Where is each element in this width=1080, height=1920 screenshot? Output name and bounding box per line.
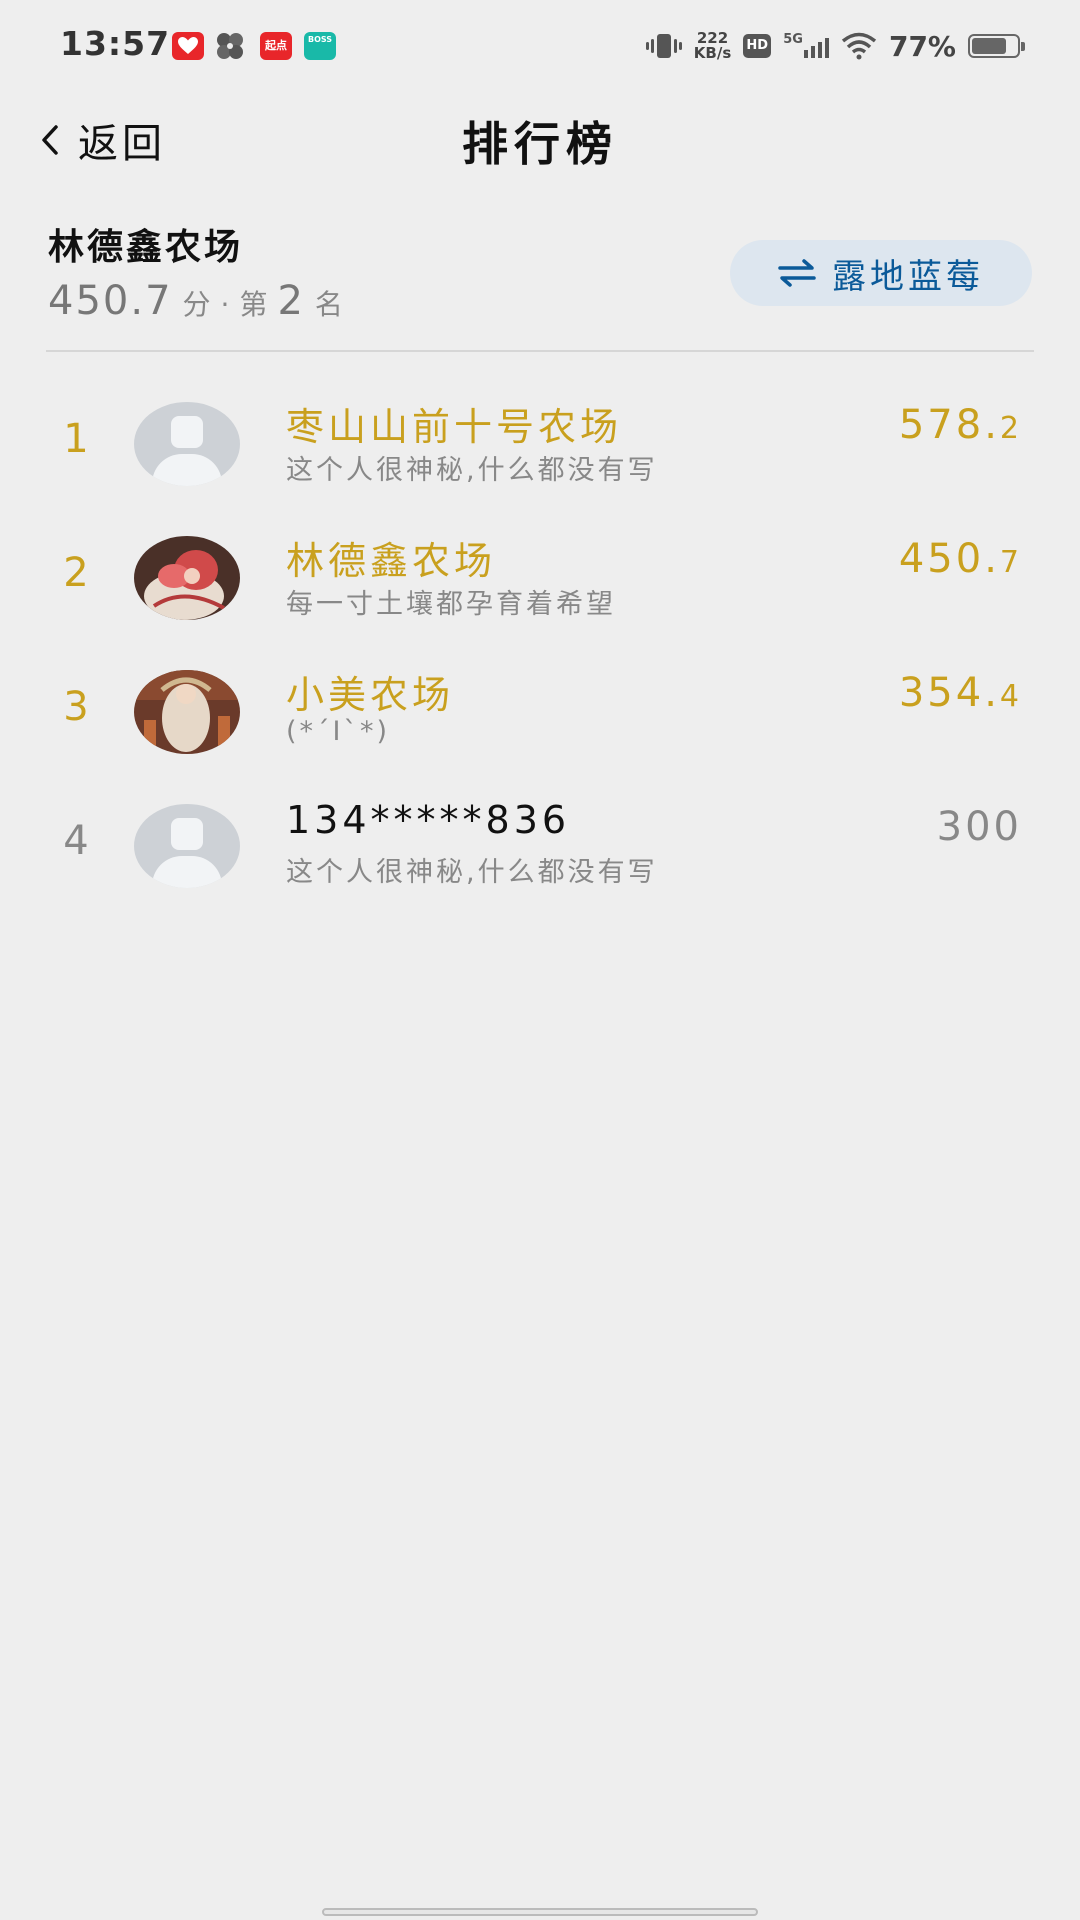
top-nav: 返回 排行榜 [0, 90, 1080, 190]
farm-bio: (*´I`*) [286, 716, 391, 747]
app-qidian-icon: 起点 [260, 32, 292, 60]
rank-number: 1 [63, 416, 89, 462]
net-speed: 222 KB/s [694, 31, 731, 61]
swap-icon [778, 259, 816, 287]
status-right-group: 222 KB/s HD 5G 77% [645, 26, 1025, 66]
ranking-screen: 13:57 起点 BOSS 222 KB/s HD 5G 77% 返回 排行榜 … [0, 0, 1080, 1920]
rank-suffix: 名 [314, 288, 343, 321]
separator-dot: · [220, 288, 230, 321]
avatar-default [134, 402, 240, 486]
score-decimal: 7 [999, 545, 1022, 580]
avatar-photo [134, 536, 240, 620]
status-time: 13:57 [60, 24, 171, 63]
net-speed-unit: KB/s [693, 44, 732, 62]
farm-name: 134*****836 [286, 798, 571, 842]
farm-score: 450.7 [899, 536, 1022, 582]
ranking-row[interactable]: 3 小美农场 (*´I`*) 354.4 [0, 644, 1080, 778]
home-indicator[interactable] [322, 1908, 758, 1916]
switch-crop-button[interactable]: 露地蓝莓 [730, 240, 1032, 306]
score-int: 578. [898, 402, 1000, 448]
app-pinwheel-icon [214, 32, 246, 60]
signal-label: 5G [783, 32, 803, 47]
rank-number: 2 [63, 550, 89, 596]
battery-fill [972, 38, 1006, 54]
farm-bio: 这个人很神秘,什么都没有写 [286, 455, 658, 486]
farm-score: 578.2 [899, 402, 1022, 448]
app-red-heart-icon [172, 32, 204, 60]
score-decimal: 4 [999, 679, 1022, 714]
battery-percent: 77% [888, 29, 956, 63]
score-int: 450. [898, 536, 1000, 582]
switch-crop-label: 露地蓝莓 [832, 256, 984, 297]
farm-name: 小美农场 [286, 673, 455, 717]
farm-name: 林德鑫农场 [286, 539, 497, 583]
app-boss-icon: BOSS [304, 32, 336, 60]
my-rank-number: 2 [277, 278, 305, 324]
ranking-row[interactable]: 1 枣山山前十号农场 这个人很神秘,什么都没有写 578.2 [0, 376, 1080, 510]
avatar-default [134, 804, 240, 888]
ranking-row[interactable]: 4 134*****836 这个人很神秘,什么都没有写 300 [0, 778, 1080, 912]
vibrate-icon [645, 31, 682, 61]
divider [46, 350, 1034, 352]
farm-bio: 这个人很神秘,什么都没有写 [286, 857, 658, 888]
my-farm-summary: 林德鑫农场 450.7 分 · 第 2 名 露地蓝莓 [48, 218, 1032, 338]
rank-number: 4 [63, 818, 89, 864]
avatar-photo [134, 670, 240, 754]
farm-name: 枣山山前十号农场 [286, 405, 623, 449]
score-decimal: 2 [999, 411, 1022, 446]
farm-score: 300 [937, 804, 1022, 850]
rank-prefix: 第 [239, 288, 268, 321]
wifi-icon [841, 32, 877, 60]
score-int: 300 [936, 804, 1022, 850]
score-int: 354. [898, 670, 1000, 716]
ranking-list: 1 枣山山前十号农场 这个人很神秘,什么都没有写 578.2 2 林德鑫农场 每… [0, 376, 1080, 912]
status-bar: 13:57 起点 BOSS 222 KB/s HD 5G 77% [0, 0, 1080, 90]
page-title: 排行榜 [462, 117, 618, 171]
hd-icon: HD [743, 34, 772, 58]
rank-number: 3 [63, 684, 89, 730]
battery-icon [968, 34, 1025, 58]
my-score: 450.7 [48, 278, 173, 324]
ranking-row[interactable]: 2 林德鑫农场 每一寸土壤都孕育着希望 450.7 [0, 510, 1080, 644]
farm-score: 354.4 [899, 670, 1022, 716]
signal-5g-icon: 5G [783, 32, 829, 60]
score-unit: 分 [182, 288, 211, 321]
farm-bio: 每一寸土壤都孕育着希望 [286, 589, 616, 620]
